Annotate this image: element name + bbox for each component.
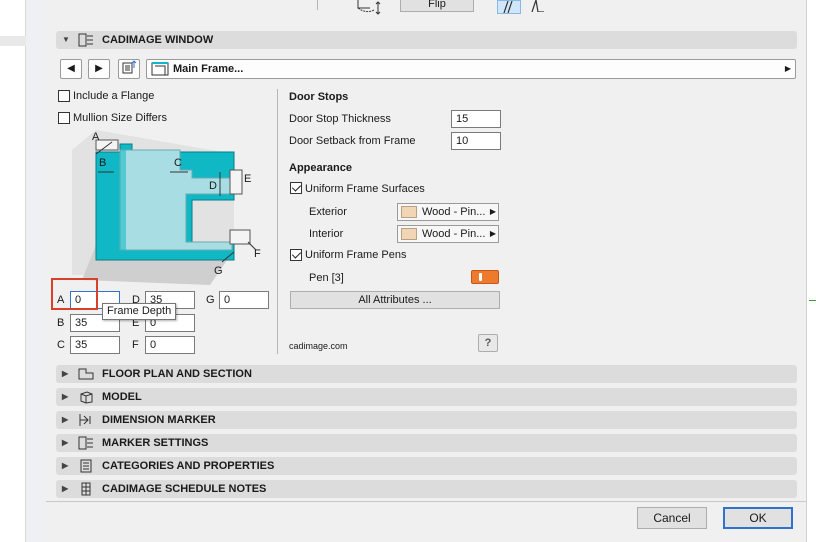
background-panel-right <box>806 0 816 542</box>
all-attributes-button[interactable]: All Attributes ... <box>290 291 500 309</box>
schedule-notes-icon <box>78 482 94 496</box>
section-model[interactable]: ▶ MODEL <box>56 388 797 406</box>
section-label: MODEL <box>102 391 142 403</box>
dim-label-a: A <box>92 131 100 143</box>
section-floor-plan[interactable]: ▶ FLOOR PLAN AND SECTION <box>56 365 797 383</box>
input-label-g: G <box>206 294 215 306</box>
section-categories[interactable]: ▶ CATEGORIES AND PROPERTIES <box>56 457 797 475</box>
page-selector-label: Main Frame... <box>173 63 244 75</box>
previous-page-button[interactable]: ◀ <box>60 59 82 79</box>
dim-label-f: F <box>254 248 261 260</box>
input-label-b: B <box>57 317 65 329</box>
mullion-differs-checkbox[interactable] <box>58 112 70 124</box>
section-marker-settings[interactable]: ▶ MARKER SETTINGS <box>56 434 797 452</box>
exterior-material-label: Wood - Pin... <box>422 206 486 218</box>
marker-settings-icon <box>78 436 94 450</box>
triangle-right-icon: ▶ <box>95 63 103 74</box>
dim-label-g: G <box>214 265 223 277</box>
cancel-button[interactable]: Cancel <box>637 507 707 529</box>
section-label: DIMENSION MARKER <box>102 414 216 426</box>
pen-label: Pen [3] <box>309 272 344 284</box>
expand-arrow-icon: ▶ <box>62 415 69 424</box>
categories-list-icon <box>78 459 94 473</box>
help-button[interactable]: ? <box>478 334 498 352</box>
dim-label-c: C <box>174 157 182 169</box>
tooltip: Frame Depth <box>102 303 177 320</box>
flip-swing-icon <box>356 0 382 16</box>
next-page-button[interactable]: ▶ <box>88 59 110 79</box>
expand-arrow-icon: ▶ <box>62 461 69 470</box>
section-label: CADIMAGE SCHEDULE NOTES <box>102 483 267 495</box>
section-schedule-notes[interactable]: ▶ CADIMAGE SCHEDULE NOTES <box>56 480 797 498</box>
door-stops-heading: Door Stops <box>289 91 349 103</box>
triangle-right-icon: ▶ <box>489 229 496 238</box>
frame-profile-diagram: A B C D E F G <box>62 130 272 290</box>
dim-label-d: D <box>209 180 217 192</box>
exterior-material-picker[interactable]: Wood - Pin... ▶ <box>397 203 499 221</box>
triangle-left-icon: ◀ <box>67 63 75 74</box>
pen-color-picker[interactable] <box>471 270 499 284</box>
include-flange-checkbox[interactable] <box>58 90 70 102</box>
section-cadimage-window[interactable]: ▼ CADIMAGE WINDOW <box>56 31 797 49</box>
section-label: FLOOR PLAN AND SECTION <box>102 368 252 380</box>
appearance-heading: Appearance <box>289 162 352 174</box>
dimension-marker-icon <box>78 413 94 427</box>
door-stop-thickness-label: Door Stop Thickness <box>289 113 391 125</box>
uniform-pens-checkbox[interactable] <box>290 249 302 261</box>
door-stop-thickness-input[interactable]: 15 <box>451 110 501 128</box>
interior-label: Interior <box>309 228 344 240</box>
uniform-surfaces-checkbox[interactable] <box>290 182 302 194</box>
dim-label-b: B <box>99 157 107 169</box>
uniform-pens-label: Uniform Frame Pens <box>305 249 407 261</box>
dim-f-input[interactable]: 0 <box>145 336 195 354</box>
input-label-f: F <box>132 339 139 351</box>
flip-button[interactable]: Flip <box>400 0 474 12</box>
expand-arrow-icon: ▶ <box>62 438 69 447</box>
section-label: CADIMAGE WINDOW <box>102 34 214 46</box>
door-setback-label: Door Setback from Frame <box>289 135 416 147</box>
dim-label-e: E <box>244 173 252 185</box>
opening-left-icon[interactable] <box>497 0 521 14</box>
exterior-label: Exterior <box>309 206 347 218</box>
ok-button[interactable]: OK <box>723 507 793 529</box>
triangle-right-icon: ▶ <box>784 64 791 73</box>
door-setback-input[interactable]: 10 <box>451 132 501 150</box>
uniform-surfaces-label: Uniform Frame Surfaces <box>305 183 425 195</box>
model-cube-icon <box>78 390 94 404</box>
section-label: MARKER SETTINGS <box>102 437 209 449</box>
section-label: CATEGORIES AND PROPERTIES <box>102 460 275 472</box>
floor-plan-icon <box>78 367 94 381</box>
include-flange-label: Include a Flange <box>73 90 155 102</box>
toolbar-separator <box>317 0 318 10</box>
column-divider <box>277 89 278 354</box>
collapse-arrow-icon: ▼ <box>62 35 70 44</box>
material-swatch <box>401 206 417 218</box>
material-swatch <box>401 228 417 240</box>
section-dimension-marker[interactable]: ▶ DIMENSION MARKER <box>56 411 797 429</box>
expand-arrow-icon: ▶ <box>62 369 69 378</box>
expand-arrow-icon: ▶ <box>62 392 69 401</box>
expand-arrow-icon: ▶ <box>62 484 69 493</box>
interior-material-label: Wood - Pin... <box>422 228 486 240</box>
opening-right-icon[interactable] <box>526 0 548 14</box>
triangle-right-icon: ▶ <box>489 207 496 216</box>
background-panel-left <box>0 0 26 542</box>
main-frame-icon <box>151 62 169 79</box>
page-selector[interactable]: Main Frame... ▶ <box>146 59 796 79</box>
input-label-c: C <box>57 339 65 351</box>
brand-text: cadimage.com <box>289 341 348 351</box>
dim-c-input[interactable]: 35 <box>70 336 120 354</box>
cadimage-window-icon <box>78 33 94 47</box>
highlight-box <box>51 278 98 310</box>
page-navigator: ◀ ▶ Main Frame... ▶ <box>56 57 797 81</box>
help-icon: ? <box>484 337 492 349</box>
dim-g-input[interactable]: 0 <box>219 291 269 309</box>
page-list-icon <box>122 60 137 74</box>
interior-material-picker[interactable]: Wood - Pin... ▶ <box>397 225 499 243</box>
background-gap <box>26 0 46 542</box>
mullion-differs-label: Mullion Size Differs <box>73 112 167 124</box>
page-list-button[interactable] <box>118 59 140 79</box>
